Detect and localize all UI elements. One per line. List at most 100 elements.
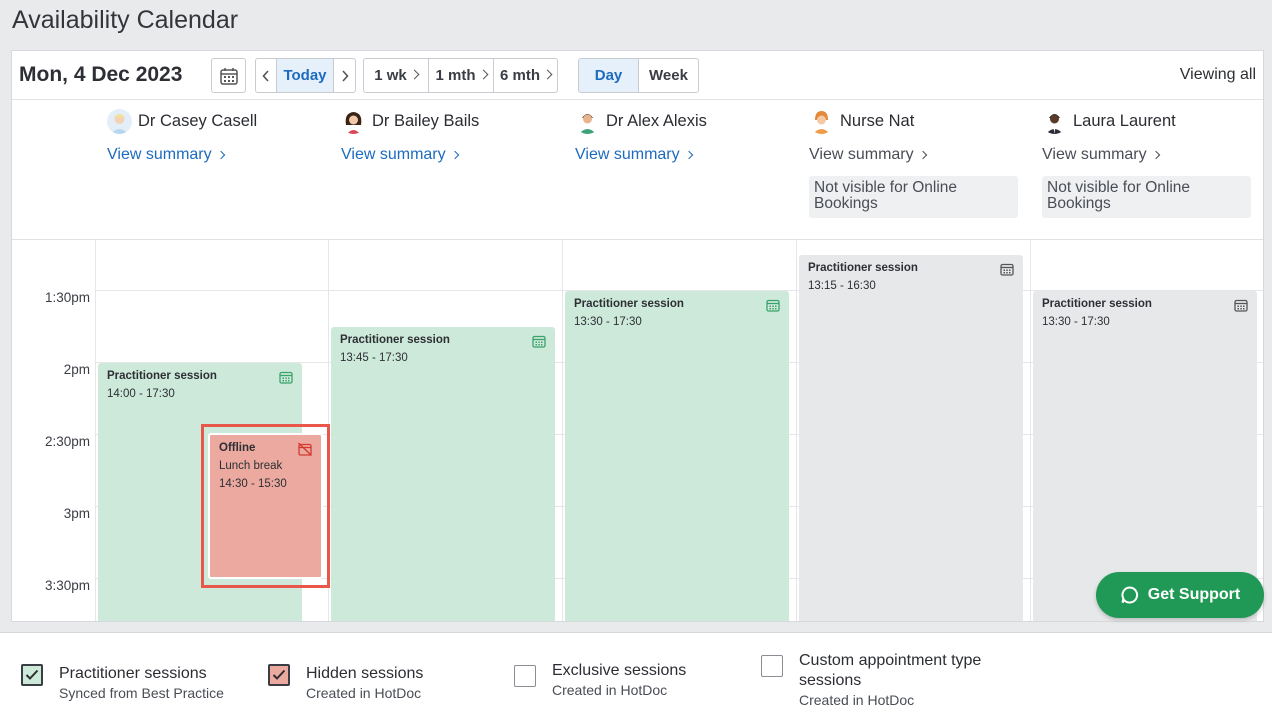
legend-checkbox[interactable] [514,665,536,687]
practitioner-session-event[interactable]: Practitioner session 13:15 - 16:30 [799,255,1023,621]
calendar-icon [532,335,546,348]
time-label: 2pm [63,362,90,377]
practitioner-header-nat: Nurse Nat View summary Not visible for O… [809,107,1029,218]
view-summary-label: View summary [341,146,446,163]
practitioner-name: Laura Laurent [1073,111,1176,130]
calendar-icon [279,371,293,384]
chevron-right-icon [918,150,927,160]
legend-subtitle: Created in HotDoc [306,685,422,701]
not-visible-badge: Not visible for Online Bookings [809,176,1018,218]
event-title: Practitioner session [340,334,450,346]
chevron-right-icon [684,150,693,160]
practitioner-header-bailey: Dr Bailey Bails View summary [341,107,561,164]
range-group: 1 wk 1 mth 6 mth [363,58,558,93]
column-divider [562,240,563,621]
view-summary-label: View summary [809,146,914,163]
event-time: 13:15 - 16:30 [808,280,876,292]
avatar [107,108,132,134]
avatar [809,108,834,134]
viewing-filter[interactable]: Viewing all [1180,66,1256,84]
view-summary-link[interactable]: View summary [575,146,795,164]
chat-bubble-icon [1121,586,1138,604]
calendar-icon [1000,263,1014,276]
legend-title: Custom appointment type sessions [799,652,982,689]
view-summary-link[interactable]: View summary [107,146,327,164]
chevron-left-icon [262,69,269,82]
chevron-right-icon [1151,150,1160,160]
chevron-right-icon [450,150,459,160]
get-support-label: Get Support [1147,586,1241,603]
practitioner-name: Dr Casey Casell [138,111,258,130]
event-title: Practitioner session [574,298,684,310]
avatar [341,108,366,134]
view-day-button[interactable]: Day [579,59,639,92]
calendar-icon [219,67,238,85]
event-time: 13:45 - 17:30 [340,352,408,364]
legend-subtitle: Created in HotDoc [552,682,668,698]
legend-checkbox[interactable] [21,664,43,686]
today-button[interactable]: Today [277,59,334,92]
legend-subtitle: Synced from Best Practice [59,685,224,701]
event-time: 13:30 - 17:30 [1042,316,1110,328]
not-visible-badge: Not visible for Online Bookings [1042,176,1251,218]
legend-subtitle: Created in HotDoc [799,692,915,708]
legend-title: Practitioner sessions [59,665,207,682]
legend-title: Hidden sessions [306,665,424,682]
time-label: 1:30pm [44,290,90,305]
legend-hidden-sessions[interactable]: Hidden sessions Created in HotDoc [268,664,423,701]
view-week-button[interactable]: Week [639,59,698,92]
current-date: Mon, 4 Dec 2023 [19,63,183,86]
time-label: 3:30pm [44,578,90,593]
range-1mth-button[interactable]: 1 mth [429,59,494,92]
chevron-right-icon [216,150,225,160]
chevron-right-icon [341,69,349,82]
event-time: 14:00 - 17:30 [107,388,175,400]
column-divider [796,240,797,621]
legend-custom-appointment-sessions[interactable]: Custom appointment type sessions Created… [761,651,1001,708]
avatar [1042,108,1067,134]
practitioner-name: Nurse Nat [840,111,915,130]
practitioner-name: Dr Alex Alexis [606,111,707,130]
practitioner-session-event[interactable]: Practitioner session 13:45 - 17:30 [331,327,555,621]
legend-title: Exclusive sessions [552,662,687,679]
practitioner-header-laura: Laura Laurent View summary Not visible f… [1042,107,1262,218]
practitioner-header-casey: Dr Casey Casell View summary [107,107,327,164]
get-support-button[interactable]: Get Support [1096,572,1264,618]
prev-day-button[interactable] [256,59,277,92]
range-1wk-button[interactable]: 1 wk [364,59,429,92]
event-title: Practitioner session [1042,298,1152,310]
time-label: 3pm [63,506,90,521]
practitioner-session-event[interactable]: Practitioner session 13:30 - 17:30 [565,291,789,621]
legend-checkbox[interactable] [268,664,290,686]
calendar-grid: 1:30pm 2pm 2:30pm 3pm 3:30pm Practitione… [12,239,1263,621]
practitioner-header-alex: Dr Alex Alexis View summary [575,107,795,164]
view-summary-link[interactable]: View summary [1042,146,1262,164]
checkmark-icon [25,669,39,680]
legend-bar: Practitioner sessions Synced from Best P… [0,632,1272,713]
calendar-icon [1234,299,1248,312]
next-day-button[interactable] [334,59,355,92]
event-time: 13:30 - 17:30 [574,316,642,328]
view-toggle-group: Day Week [578,58,699,93]
view-summary-link[interactable]: View summary [809,146,1029,164]
practitioner-name: Dr Bailey Bails [372,111,480,130]
date-picker-button[interactable] [211,58,246,93]
legend-exclusive-sessions[interactable]: Exclusive sessions Created in HotDoc [514,661,686,698]
event-title: Practitioner session [107,370,217,382]
calendar-panel: Mon, 4 Dec 2023 Today 1 wk 1 mth 6 mth D… [11,50,1264,622]
view-summary-label: View summary [107,146,212,163]
legend-checkbox[interactable] [761,655,783,677]
range-6mth-button[interactable]: 6 mth [494,59,557,92]
column-divider [1030,240,1031,621]
day-nav-group: Today [255,58,356,93]
view-summary-link[interactable]: View summary [341,146,561,164]
selection-highlight [201,424,330,588]
view-summary-label: View summary [575,146,680,163]
avatar [575,108,600,134]
event-title: Practitioner session [808,262,918,274]
legend-practitioner-sessions[interactable]: Practitioner sessions Synced from Best P… [21,664,224,701]
column-divider [95,240,96,621]
page-title: Availability Calendar [12,6,239,34]
view-summary-label: View summary [1042,146,1147,163]
calendar-toolbar: Mon, 4 Dec 2023 Today 1 wk 1 mth 6 mth D… [12,51,1263,100]
